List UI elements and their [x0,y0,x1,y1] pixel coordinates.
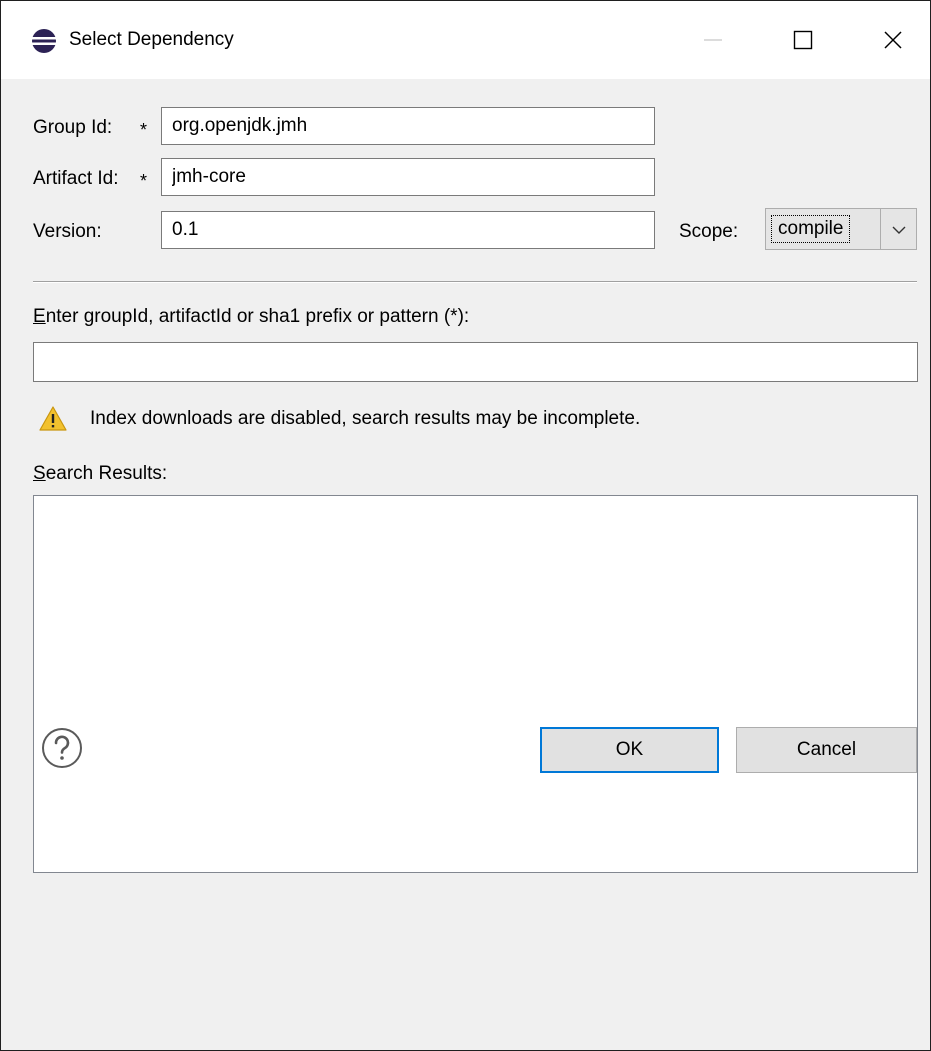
group-id-required-marker: * [140,120,148,140]
artifact-id-input[interactable] [161,158,655,196]
combo-separator [880,209,881,249]
search-label-mnemonic: E [33,306,46,327]
group-id-label: Group Id: [33,117,113,138]
ok-button[interactable]: OK [540,727,719,773]
scope-select[interactable]: compile [765,208,917,250]
maximize-icon [793,30,813,50]
chevron-down-icon[interactable] [890,221,908,239]
search-results-list[interactable] [33,495,918,873]
warning-message: Index downloads are disabled, search res… [90,408,641,429]
artifact-id-required-marker: * [140,171,148,191]
separator-highlight [33,282,917,283]
search-results-mnemonic: S [33,463,46,484]
scope-selected-value: compile [771,215,851,243]
scope-label: Scope: [679,221,739,242]
close-icon [884,31,902,49]
group-id-input[interactable] [161,107,655,145]
help-icon[interactable] [41,727,83,769]
search-input[interactable] [33,342,918,382]
version-input[interactable] [161,211,655,249]
select-dependency-dialog: Select Dependency Group Id: * Artifact I… [0,0,931,1051]
maximize-button[interactable] [773,15,833,65]
search-label-text: nter groupId, artifactId or sha1 prefix … [45,306,470,327]
minimize-icon [704,39,722,41]
close-button[interactable] [863,15,923,65]
warning-icon [39,406,67,431]
title-bar[interactable]: Select Dependency [1,1,930,79]
window-title: Select Dependency [69,29,234,50]
search-results-label: Search Results: [33,463,167,485]
eclipse-icon [32,29,56,53]
search-results-text: earch Results: [45,463,168,484]
minimize-button[interactable] [683,15,743,65]
cancel-button[interactable]: Cancel [736,727,917,773]
artifact-id-label: Artifact Id: [33,168,119,189]
search-label: Enter groupId, artifactId or sha1 prefix… [33,306,469,328]
version-label: Version: [33,221,102,242]
